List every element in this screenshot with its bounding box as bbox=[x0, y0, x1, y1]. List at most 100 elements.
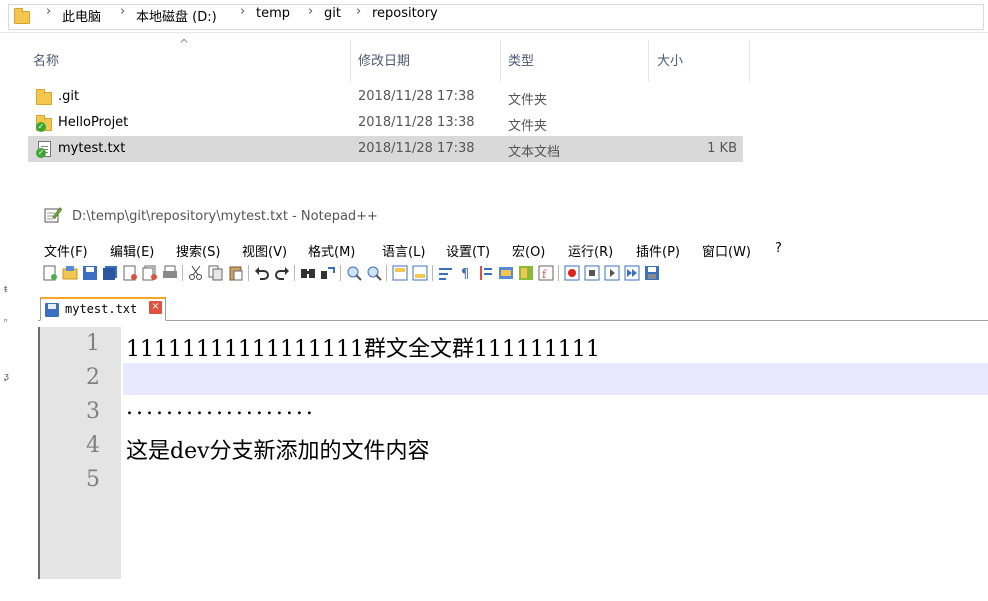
notepad-app-icon bbox=[44, 207, 62, 223]
find-icon[interactable] bbox=[300, 265, 316, 281]
code-line: 这是dev分支新添加的文件内容 bbox=[126, 439, 430, 464]
toolbar-separator bbox=[248, 265, 249, 281]
function-list-icon[interactable]: f bbox=[538, 265, 554, 281]
file-row[interactable]: ✓ HelloProjet 2018/11/28 13:38 文件夹 bbox=[28, 110, 743, 136]
file-name: mytest.txt bbox=[58, 141, 126, 156]
saved-file-icon bbox=[45, 303, 59, 317]
close-icon[interactable]: × bbox=[149, 301, 162, 314]
column-divider[interactable] bbox=[350, 40, 351, 82]
column-divider[interactable] bbox=[500, 40, 501, 82]
tab-label: mytest.txt bbox=[65, 302, 138, 316]
column-name[interactable]: 名称 bbox=[33, 50, 59, 69]
breadcrumb-this-pc[interactable]: 此电脑 bbox=[62, 6, 101, 25]
git-status-badge: ✓ bbox=[36, 148, 46, 158]
toolbar-separator bbox=[432, 265, 433, 281]
toolbar-separator bbox=[340, 265, 341, 281]
text-editor[interactable]: 1 2 3 4 5 11111111111111111群文全文群11111111… bbox=[38, 327, 988, 579]
git-status-badge: ✓ bbox=[36, 122, 46, 132]
stop-macro-icon[interactable] bbox=[584, 265, 600, 281]
nav-pane-glyph: ₙ bbox=[4, 315, 8, 325]
cut-icon[interactable] bbox=[188, 265, 204, 281]
column-type[interactable]: 类型 bbox=[508, 50, 534, 69]
menu-view[interactable]: 视图(V) bbox=[242, 241, 287, 260]
menu-window[interactable]: 窗口(W) bbox=[702, 241, 751, 260]
menu-file[interactable]: 文件(F) bbox=[44, 241, 88, 260]
file-row-selected[interactable]: ✓ mytest.txt 2018/11/28 17:38 文本文档 1 KB bbox=[28, 136, 743, 162]
breadcrumb-separator: › bbox=[356, 4, 362, 19]
code-line: 11111111111111111群文全文群111111111 bbox=[126, 337, 600, 362]
column-size[interactable]: 大小 bbox=[657, 50, 683, 69]
menu-help[interactable]: ? bbox=[775, 241, 782, 256]
record-macro-icon[interactable] bbox=[564, 265, 580, 281]
file-type: 文件夹 bbox=[508, 93, 548, 108]
menu-macro[interactable]: 宏(O) bbox=[512, 241, 545, 260]
language-icon[interactable] bbox=[498, 265, 514, 281]
paste-icon[interactable] bbox=[228, 265, 244, 281]
indent-guide-icon[interactable] bbox=[478, 265, 494, 281]
menu-search[interactable]: 搜索(S) bbox=[176, 241, 220, 260]
column-divider[interactable] bbox=[648, 40, 649, 82]
menu-settings[interactable]: 设置(T) bbox=[446, 241, 490, 260]
replace-icon[interactable] bbox=[320, 265, 336, 281]
open-file-icon[interactable] bbox=[62, 265, 78, 281]
file-type: 文件夹 bbox=[508, 119, 548, 134]
new-file-icon[interactable] bbox=[42, 265, 58, 281]
breadcrumb-git[interactable]: git bbox=[324, 6, 341, 21]
file-modified: 2018/11/28 13:38 bbox=[358, 115, 475, 130]
file-name: .git bbox=[58, 89, 80, 104]
tab-mytest-txt[interactable]: mytest.txt × bbox=[40, 297, 166, 321]
breadcrumb-separator: › bbox=[46, 4, 52, 19]
column-header-row: 名称 修改日期 类型 大小 bbox=[0, 40, 760, 82]
notepad-window: D:\temp\git\repository\mytest.txt - Note… bbox=[38, 197, 988, 587]
show-all-chars-icon[interactable]: ¶ bbox=[458, 265, 474, 281]
nav-pane-glyph: ᶚ bbox=[4, 372, 9, 382]
menu-language[interactable]: 语言(L) bbox=[382, 241, 425, 260]
zoom-in-icon[interactable] bbox=[346, 265, 362, 281]
redo-icon[interactable] bbox=[274, 265, 290, 281]
sync-vertical-icon[interactable] bbox=[392, 265, 408, 281]
git-text-file-icon: ✓ bbox=[36, 141, 52, 158]
column-divider[interactable] bbox=[749, 40, 750, 82]
breadcrumb-repository[interactable]: repository bbox=[372, 6, 438, 21]
breadcrumb-local-disk[interactable]: 本地磁盘 (D:) bbox=[136, 6, 217, 25]
file-row[interactable]: .git 2018/11/28 17:38 文件夹 bbox=[28, 84, 743, 110]
save-all-icon[interactable] bbox=[102, 265, 118, 281]
undo-icon[interactable] bbox=[254, 265, 270, 281]
run-macro-multiple-icon[interactable] bbox=[624, 265, 640, 281]
menu-run[interactable]: 运行(R) bbox=[568, 241, 613, 260]
line-number: 3 bbox=[86, 399, 100, 424]
play-macro-icon[interactable] bbox=[604, 265, 620, 281]
navigation-pane[interactable]: ŧ ₙ ᶚ bbox=[0, 33, 12, 593]
svg-text:¶: ¶ bbox=[461, 267, 469, 281]
folder-icon bbox=[14, 8, 30, 24]
toolbar: ¶ f bbox=[38, 261, 988, 285]
close-file-icon[interactable] bbox=[122, 265, 138, 281]
folder-icon bbox=[36, 89, 52, 105]
line-number: 5 bbox=[86, 467, 100, 492]
toolbar-separator bbox=[182, 265, 183, 281]
current-line-highlight bbox=[123, 363, 988, 395]
close-all-icon[interactable] bbox=[142, 265, 158, 281]
tab-bar: mytest.txt × bbox=[38, 297, 988, 321]
menu-edit[interactable]: 编辑(E) bbox=[110, 241, 154, 260]
zoom-out-icon[interactable] bbox=[366, 265, 382, 281]
toolbar-separator bbox=[294, 265, 295, 281]
window-title: D:\temp\git\repository\mytest.txt - Note… bbox=[72, 209, 378, 224]
word-wrap-icon[interactable] bbox=[438, 265, 454, 281]
file-modified: 2018/11/28 17:38 bbox=[358, 141, 475, 156]
document-map-icon[interactable] bbox=[518, 265, 534, 281]
git-folder-icon: ✓ bbox=[36, 115, 52, 132]
save-macro-icon[interactable] bbox=[644, 265, 660, 281]
column-modified[interactable]: 修改日期 bbox=[358, 50, 410, 69]
copy-icon[interactable] bbox=[208, 265, 224, 281]
print-icon[interactable] bbox=[162, 265, 178, 281]
sync-horizontal-icon[interactable] bbox=[412, 265, 428, 281]
notepad-title-bar[interactable]: D:\temp\git\repository\mytest.txt - Note… bbox=[38, 197, 988, 235]
breadcrumb-temp[interactable]: temp bbox=[256, 6, 290, 21]
line-number: 2 bbox=[86, 365, 100, 390]
menu-plugins[interactable]: 插件(P) bbox=[636, 241, 680, 260]
menu-format[interactable]: 格式(M) bbox=[308, 241, 355, 260]
address-bar[interactable]: › 此电脑 › 本地磁盘 (D:) › temp › git › reposit… bbox=[0, 0, 988, 33]
save-icon[interactable] bbox=[82, 265, 98, 281]
file-name: HelloProjet bbox=[58, 115, 129, 130]
